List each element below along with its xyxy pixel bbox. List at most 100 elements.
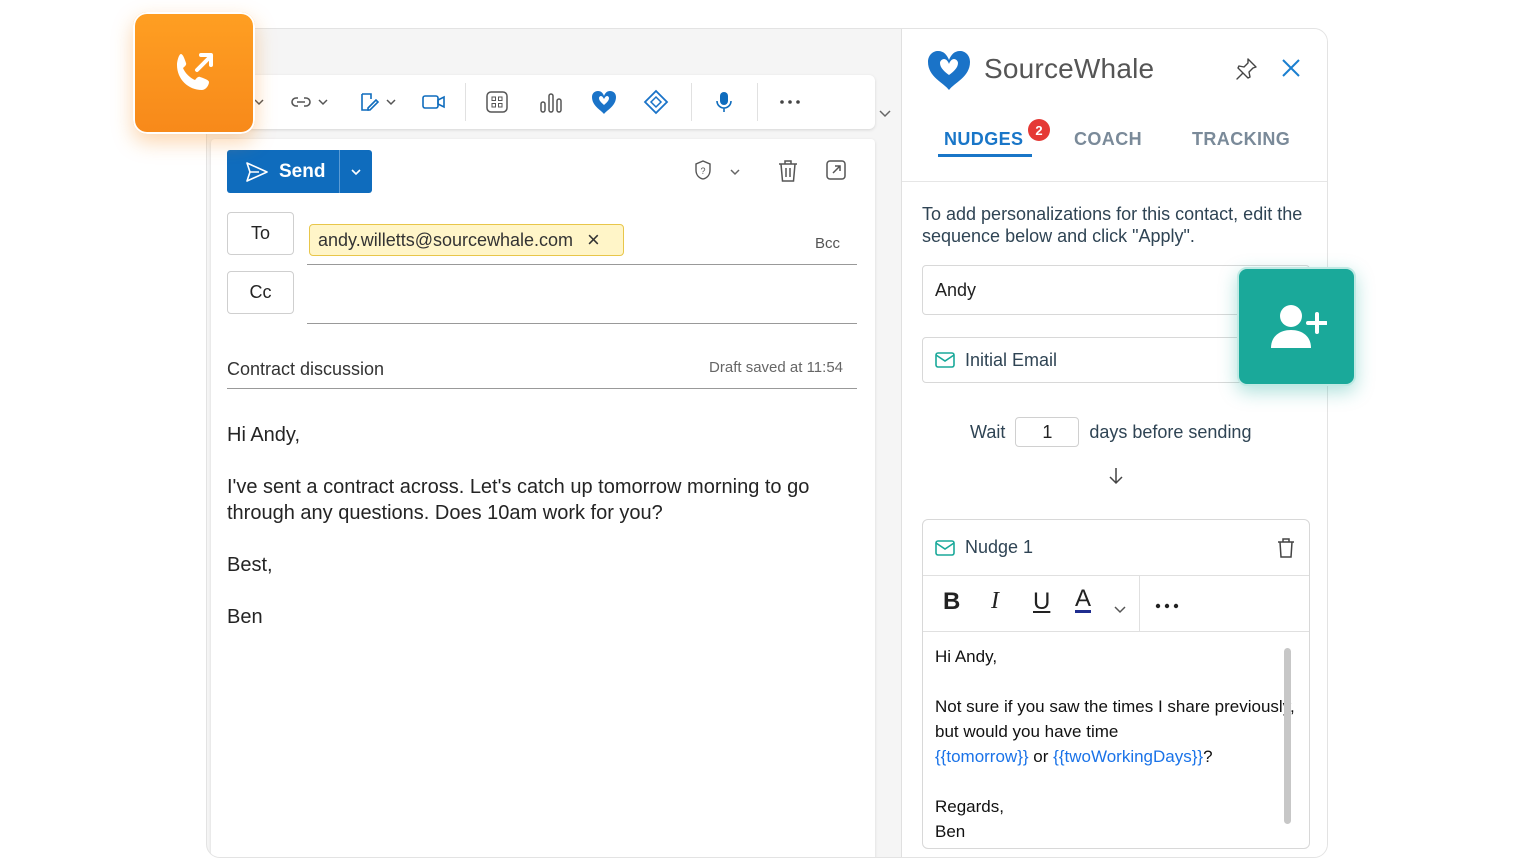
recipient-chip[interactable]: andy.willetts@sourcewhale.com × bbox=[309, 224, 624, 256]
brand-name: SourceWhale bbox=[984, 53, 1155, 84]
chevron-down-icon[interactable] bbox=[729, 165, 741, 183]
question-mark: ? bbox=[1203, 747, 1213, 766]
nudge-card: Nudge 1 B I U A Hi Andy, Not sure if you… bbox=[922, 519, 1310, 849]
or-word: or bbox=[1033, 747, 1049, 766]
font-color-chevron-down-icon[interactable] bbox=[1113, 596, 1127, 623]
bold-button[interactable]: B bbox=[943, 588, 960, 616]
toolbar-divider bbox=[691, 83, 692, 121]
tomorrow-variable: {{tomorrow}} bbox=[935, 747, 1029, 766]
nudge-blank-line bbox=[935, 769, 1297, 794]
insights-button[interactable] bbox=[539, 85, 563, 119]
whale-tail-icon bbox=[592, 91, 616, 114]
send-button[interactable]: Send bbox=[227, 150, 339, 193]
sourcewhale-side-panel: SourceWhale NUDGES 2 COACH TRACKING To a… bbox=[901, 29, 1327, 857]
outlook-window: Send ? To andy.willetts@sourcewhale.com bbox=[206, 28, 1328, 858]
tab-coach[interactable]: COACH bbox=[1074, 129, 1142, 150]
bar-chart-icon bbox=[540, 93, 562, 113]
contact-name-value: Andy bbox=[935, 279, 977, 300]
nudge-sign-name: Ben bbox=[935, 822, 966, 841]
to-field-underline bbox=[307, 264, 857, 265]
signature-button[interactable] bbox=[357, 85, 397, 119]
pop-out-button[interactable] bbox=[825, 159, 847, 186]
chevron-down-icon bbox=[318, 99, 328, 106]
wait-prefix: Wait bbox=[970, 421, 1006, 442]
more-horizontal-icon bbox=[1155, 603, 1179, 609]
sourcewhale-addin-button[interactable] bbox=[591, 85, 617, 119]
message-body[interactable]: Hi Andy, I've sent a contract across. Le… bbox=[227, 422, 847, 656]
draft-saved-status: Draft saved at 11:54 bbox=[709, 359, 843, 376]
more-options-button[interactable] bbox=[779, 85, 801, 119]
toolbar-divider bbox=[757, 83, 758, 121]
send-button-group: Send bbox=[227, 150, 372, 193]
compose-pane: Send ? To andy.willetts@sourcewhale.com bbox=[207, 29, 899, 857]
font-color-button[interactable]: A bbox=[1075, 587, 1092, 613]
body-greeting: Hi Andy, bbox=[227, 424, 300, 446]
toolbar-divider bbox=[465, 83, 466, 121]
nudge-greeting: Hi Andy, bbox=[935, 647, 998, 666]
nudge-body-editor[interactable]: Hi Andy, Not sure if you saw the times I… bbox=[923, 632, 1309, 848]
active-tab-indicator bbox=[938, 154, 1032, 157]
format-toolbar: B I U A bbox=[923, 576, 1309, 632]
cc-field-underline[interactable] bbox=[307, 323, 857, 324]
apps-grid-icon bbox=[486, 91, 508, 113]
meeting-video-button[interactable] bbox=[421, 85, 447, 119]
ribbon-expand-chevron-icon[interactable] bbox=[877, 105, 893, 126]
personalization-instructions: To add personalizations for this contact… bbox=[922, 204, 1303, 246]
send-label: Send bbox=[279, 160, 326, 182]
shield-question-icon: ? bbox=[695, 160, 711, 180]
ribbon-toolbar bbox=[207, 75, 875, 129]
addin-tag-button[interactable] bbox=[643, 85, 669, 119]
send-options-dropdown[interactable] bbox=[339, 150, 372, 193]
discard-button[interactable] bbox=[777, 159, 799, 188]
more-formatting-button[interactable] bbox=[1155, 592, 1179, 619]
trash-icon bbox=[1278, 538, 1294, 558]
nudge-scrollbar[interactable] bbox=[1284, 648, 1291, 824]
recipient-email: andy.willetts@sourcewhale.com bbox=[318, 229, 574, 250]
cc-button[interactable]: Cc bbox=[227, 271, 294, 314]
format-divider bbox=[1139, 576, 1140, 632]
nudge-regards: Regards, bbox=[935, 797, 1004, 816]
delete-nudge-button[interactable] bbox=[1277, 538, 1295, 563]
tab-tracking[interactable]: TRACKING bbox=[1192, 129, 1290, 150]
to-button[interactable]: To bbox=[227, 212, 294, 255]
body-name: Ben bbox=[227, 606, 263, 628]
sensitivity-shield-button[interactable]: ? bbox=[693, 159, 713, 186]
send-paper-plane-icon bbox=[246, 161, 268, 182]
envelope-icon bbox=[935, 352, 955, 368]
wait-suffix: days before sending bbox=[1089, 421, 1252, 442]
link-button[interactable] bbox=[289, 85, 329, 119]
nudge-title: Nudge 1 bbox=[965, 537, 1034, 557]
nudge-line-text: Not sure if you saw the times I share pr… bbox=[935, 697, 1295, 741]
nudges-count-badge: 2 bbox=[1028, 119, 1050, 141]
subject-underline bbox=[227, 388, 857, 389]
wait-days-input[interactable]: 1 bbox=[1015, 417, 1080, 447]
body-signoff: Best, bbox=[227, 554, 273, 576]
apps-button[interactable] bbox=[485, 85, 509, 119]
chevron-down-icon bbox=[386, 99, 396, 106]
more-horizontal-icon bbox=[780, 100, 800, 104]
compose-card: Send ? To andy.willetts@sourcewhale.com bbox=[211, 139, 875, 857]
add-contact-tile[interactable] bbox=[1237, 267, 1356, 386]
pin-icon bbox=[1236, 58, 1257, 80]
arrow-down-icon bbox=[1108, 466, 1124, 491]
signature-pen-icon bbox=[361, 93, 380, 111]
bcc-button[interactable]: Bcc bbox=[815, 235, 840, 252]
brand-header: SourceWhale bbox=[926, 47, 1154, 91]
phone-outgoing-icon bbox=[177, 53, 213, 90]
pin-button[interactable] bbox=[1234, 57, 1258, 86]
nudge-line: Not sure if you saw the times I share pr… bbox=[935, 694, 1297, 769]
remove-recipient-close-icon[interactable]: × bbox=[587, 229, 600, 251]
wait-row: Wait 1 days before sending bbox=[970, 417, 1251, 447]
tab-nudges[interactable]: NUDGES bbox=[944, 129, 1023, 150]
close-panel-button[interactable] bbox=[1280, 57, 1302, 84]
nudge-header: Nudge 1 bbox=[923, 520, 1309, 576]
svg-text:?: ? bbox=[700, 166, 705, 176]
italic-button[interactable]: I bbox=[991, 588, 999, 615]
underline-button[interactable]: U bbox=[1033, 588, 1050, 616]
diamond-tag-icon bbox=[643, 89, 669, 115]
two-working-days-variable: {{twoWorkingDays}} bbox=[1053, 747, 1204, 766]
link-icon bbox=[291, 97, 311, 107]
chevron-down-icon bbox=[351, 168, 361, 175]
dictate-button[interactable] bbox=[713, 85, 735, 119]
call-tile[interactable] bbox=[133, 12, 255, 134]
